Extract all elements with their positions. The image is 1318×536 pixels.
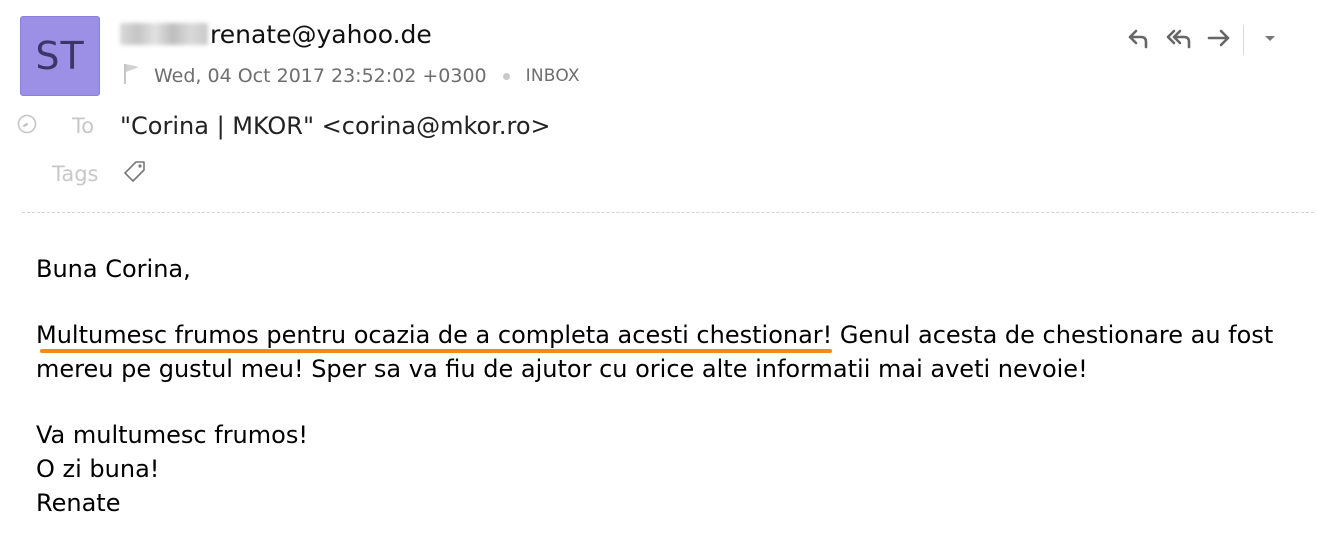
closing-line-1: Va multumesc frumos!: [36, 421, 308, 449]
highlighted-sentence: Multumesc frumos pentru ocazia de a comp…: [36, 321, 833, 349]
body-paragraph: Multumesc frumos pentru ocazia de a comp…: [36, 318, 1306, 353]
forward-button[interactable]: [1199, 20, 1239, 60]
highlight-underline: [40, 349, 833, 353]
tags-row: Tags: [52, 156, 148, 192]
header-divider: [22, 212, 1314, 213]
message-meta: Wed, 04 Oct 2017 23:52:02 +0300 INBOX: [122, 62, 580, 90]
reply-all-button[interactable]: [1159, 20, 1199, 60]
signature: Renate: [36, 489, 121, 517]
highlighted-text: Multumesc frumos pentru ocazia de a comp…: [36, 321, 833, 353]
folder-label[interactable]: INBOX: [526, 66, 580, 86]
recipients-row: To "Corina | MKOR" <corina@mkor.ro>: [16, 108, 1116, 144]
tag-icon[interactable]: [122, 159, 148, 189]
message-body: Buna Corina, Multumesc frumos pentru oca…: [36, 252, 1306, 520]
actions-divider: [1243, 25, 1244, 55]
reply-icon: [1125, 24, 1153, 56]
message-date: Wed, 04 Oct 2017 23:52:02 +0300: [154, 65, 487, 87]
body-line-2: mereu pe gustul meu! Sper sa va fiu de a…: [36, 355, 1088, 383]
avatar: ST: [20, 16, 100, 96]
sender-email[interactable]: renate@yahoo.de: [210, 20, 432, 49]
more-actions-button[interactable]: [1250, 20, 1290, 60]
separator-dot: [502, 72, 510, 80]
flag-icon[interactable]: [122, 62, 154, 90]
body-rest: Genul acesta de chestionare au fost: [832, 321, 1274, 349]
message-actions: [1119, 20, 1290, 60]
avatar-initials: ST: [35, 34, 85, 78]
redacted-name: [120, 23, 208, 45]
reply-all-icon: [1165, 24, 1193, 56]
closing-line-2: O zi buna!: [36, 455, 160, 483]
chevron-down-icon: [1256, 24, 1284, 56]
recipient[interactable]: "Corina | MKOR" <corina@mkor.ro>: [120, 112, 551, 140]
sender: renate@yahoo.de: [120, 16, 432, 52]
tags-label: Tags: [52, 162, 99, 186]
reply-button[interactable]: [1119, 20, 1159, 60]
forward-icon: [1205, 24, 1233, 56]
to-label: To: [72, 114, 95, 138]
clock-icon[interactable]: [16, 113, 72, 139]
greeting: Buna Corina,: [36, 255, 191, 283]
